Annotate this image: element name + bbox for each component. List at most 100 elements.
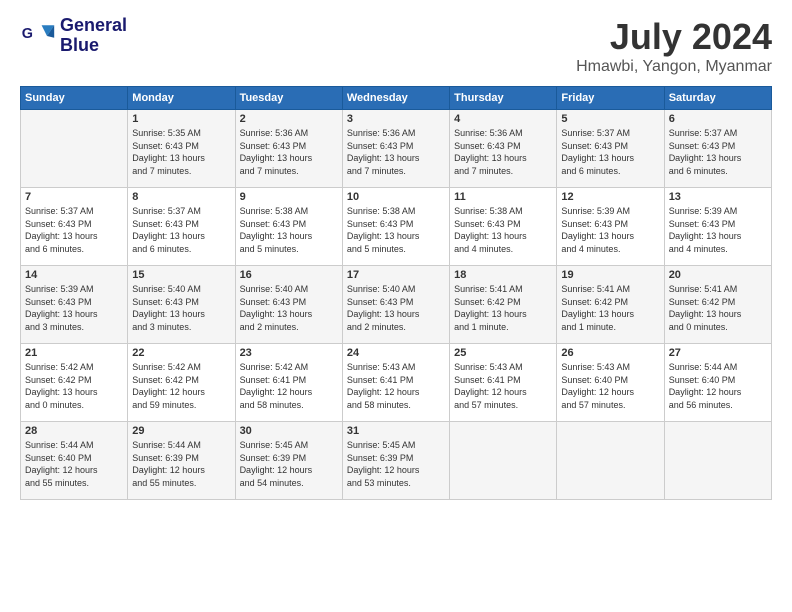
cell-info: Sunrise: 5:37 AM Sunset: 6:43 PM Dayligh… [561,127,659,177]
calendar-cell: 7 Sunrise: 5:37 AM Sunset: 6:43 PM Daylig… [21,188,128,266]
cell-info: Sunrise: 5:37 AM Sunset: 6:43 PM Dayligh… [25,205,123,255]
day-number: 14 [25,269,123,281]
day-number: 22 [132,347,230,359]
day-number: 18 [454,269,552,281]
day-number: 10 [347,191,445,203]
calendar-cell: 28Sunrise: 5:44 AM Sunset: 6:40 PM Dayli… [21,422,128,500]
col-header-monday: Monday [128,87,235,110]
cell-info: Sunrise: 5:39 AM Sunset: 6:43 PM Dayligh… [561,205,659,255]
day-number: 15 [132,269,230,281]
day-number: 6 [669,113,767,125]
day-number: 4 [454,113,552,125]
cell-info: Sunrise: 5:36 AM Sunset: 6:43 PM Dayligh… [454,127,552,177]
cell-info: Sunrise: 5:39 AM Sunset: 6:43 PM Dayligh… [25,283,123,333]
cell-info: Sunrise: 5:44 AM Sunset: 6:39 PM Dayligh… [132,439,230,489]
week-row-1: 1 Sunrise: 5:35 AM Sunset: 6:43 PM Daylig… [21,110,772,188]
cell-info: Sunrise: 5:42 AM Sunset: 6:41 PM Dayligh… [240,361,338,411]
col-header-wednesday: Wednesday [342,87,449,110]
day-number: 30 [240,425,338,437]
calendar-cell: 16 Sunrise: 5:40 AM Sunset: 6:43 PM Dayli… [235,266,342,344]
cell-info: Sunrise: 5:40 AM Sunset: 6:43 PM Dayligh… [240,283,338,333]
day-number: 24 [347,347,445,359]
calendar-cell: 6 Sunrise: 5:37 AM Sunset: 6:43 PM Daylig… [664,110,771,188]
logo: G General Blue [20,16,127,56]
day-number: 31 [347,425,445,437]
calendar-cell: 25Sunrise: 5:43 AM Sunset: 6:41 PM Dayli… [450,344,557,422]
svg-text:G: G [22,26,33,42]
calendar-cell: 24Sunrise: 5:43 AM Sunset: 6:41 PM Dayli… [342,344,449,422]
calendar-cell: 23 Sunrise: 5:42 AM Sunset: 6:41 PM Dayli… [235,344,342,422]
calendar-cell: 14 Sunrise: 5:39 AM Sunset: 6:43 PM Dayli… [21,266,128,344]
logo-icon: G [20,18,56,54]
logo-line1: General [60,16,127,36]
day-number: 5 [561,113,659,125]
week-row-2: 7 Sunrise: 5:37 AM Sunset: 6:43 PM Daylig… [21,188,772,266]
week-row-5: 28Sunrise: 5:44 AM Sunset: 6:40 PM Dayli… [21,422,772,500]
week-row-3: 14 Sunrise: 5:39 AM Sunset: 6:43 PM Dayli… [21,266,772,344]
cell-info: Sunrise: 5:35 AM Sunset: 6:43 PM Dayligh… [132,127,230,177]
calendar-cell: 29 Sunrise: 5:44 AM Sunset: 6:39 PM Dayli… [128,422,235,500]
day-number: 2 [240,113,338,125]
cell-info: Sunrise: 5:41 AM Sunset: 6:42 PM Dayligh… [561,283,659,333]
cell-info: Sunrise: 5:36 AM Sunset: 6:43 PM Dayligh… [347,127,445,177]
cell-info: Sunrise: 5:45 AM Sunset: 6:39 PM Dayligh… [347,439,445,489]
cell-info: Sunrise: 5:45 AM Sunset: 6:39 PM Dayligh… [240,439,338,489]
cell-info: Sunrise: 5:42 AM Sunset: 6:42 PM Dayligh… [132,361,230,411]
cell-info: Sunrise: 5:43 AM Sunset: 6:41 PM Dayligh… [454,361,552,411]
title-block: July 2024 Hmawbi, Yangon, Myanmar [576,16,772,76]
week-row-4: 21 Sunrise: 5:42 AM Sunset: 6:42 PM Dayli… [21,344,772,422]
calendar-cell: 2 Sunrise: 5:36 AM Sunset: 6:43 PM Daylig… [235,110,342,188]
calendar-cell: 5 Sunrise: 5:37 AM Sunset: 6:43 PM Daylig… [557,110,664,188]
calendar-cell: 9Sunrise: 5:38 AM Sunset: 6:43 PM Daylig… [235,188,342,266]
month-title: July 2024 [576,16,772,58]
day-number: 13 [669,191,767,203]
calendar-cell [450,422,557,500]
calendar-cell: 26 Sunrise: 5:43 AM Sunset: 6:40 PM Dayli… [557,344,664,422]
cell-info: Sunrise: 5:43 AM Sunset: 6:40 PM Dayligh… [561,361,659,411]
calendar-cell: 15Sunrise: 5:40 AM Sunset: 6:43 PM Dayli… [128,266,235,344]
day-number: 27 [669,347,767,359]
col-header-friday: Friday [557,87,664,110]
day-number: 8 [132,191,230,203]
calendar-cell [21,110,128,188]
calendar-cell: 30 Sunrise: 5:45 AM Sunset: 6:39 PM Dayli… [235,422,342,500]
page: G General Blue July 2024 Hmawbi, Yangon,… [0,0,792,612]
col-header-thursday: Thursday [450,87,557,110]
day-number: 20 [669,269,767,281]
cell-info: Sunrise: 5:38 AM Sunset: 6:43 PM Dayligh… [240,205,338,255]
day-number: 16 [240,269,338,281]
calendar-cell: 4 Sunrise: 5:36 AM Sunset: 6:43 PM Daylig… [450,110,557,188]
calendar-cell: 22 Sunrise: 5:42 AM Sunset: 6:42 PM Dayli… [128,344,235,422]
calendar-cell: 17Sunrise: 5:40 AM Sunset: 6:43 PM Dayli… [342,266,449,344]
day-number: 26 [561,347,659,359]
cell-info: Sunrise: 5:38 AM Sunset: 6:43 PM Dayligh… [454,205,552,255]
day-number: 19 [561,269,659,281]
cell-info: Sunrise: 5:42 AM Sunset: 6:42 PM Dayligh… [25,361,123,411]
calendar-cell: 13 Sunrise: 5:39 AM Sunset: 6:43 PM Dayli… [664,188,771,266]
cell-info: Sunrise: 5:41 AM Sunset: 6:42 PM Dayligh… [454,283,552,333]
col-header-tuesday: Tuesday [235,87,342,110]
day-number: 11 [454,191,552,203]
cell-info: Sunrise: 5:44 AM Sunset: 6:40 PM Dayligh… [25,439,123,489]
cell-info: Sunrise: 5:37 AM Sunset: 6:43 PM Dayligh… [669,127,767,177]
day-number: 23 [240,347,338,359]
day-number: 17 [347,269,445,281]
calendar-cell: 18 Sunrise: 5:41 AM Sunset: 6:42 PM Dayli… [450,266,557,344]
calendar-cell: 1 Sunrise: 5:35 AM Sunset: 6:43 PM Daylig… [128,110,235,188]
calendar-cell: 10 Sunrise: 5:38 AM Sunset: 6:43 PM Dayli… [342,188,449,266]
cell-info: Sunrise: 5:38 AM Sunset: 6:43 PM Dayligh… [347,205,445,255]
day-number: 21 [25,347,123,359]
cell-info: Sunrise: 5:36 AM Sunset: 6:43 PM Dayligh… [240,127,338,177]
day-number: 29 [132,425,230,437]
day-number: 1 [132,113,230,125]
day-number: 7 [25,191,123,203]
calendar-cell: 8Sunrise: 5:37 AM Sunset: 6:43 PM Daylig… [128,188,235,266]
cell-info: Sunrise: 5:39 AM Sunset: 6:43 PM Dayligh… [669,205,767,255]
calendar-cell: 31 Sunrise: 5:45 AM Sunset: 6:39 PM Dayli… [342,422,449,500]
calendar-cell: 11 Sunrise: 5:38 AM Sunset: 6:43 PM Dayli… [450,188,557,266]
header-row: SundayMondayTuesdayWednesdayThursdayFrid… [21,87,772,110]
calendar-cell: 21 Sunrise: 5:42 AM Sunset: 6:42 PM Dayli… [21,344,128,422]
calendar-cell: 19 Sunrise: 5:41 AM Sunset: 6:42 PM Dayli… [557,266,664,344]
location: Hmawbi, Yangon, Myanmar [576,58,772,76]
calendar-cell: 20Sunrise: 5:41 AM Sunset: 6:42 PM Dayli… [664,266,771,344]
